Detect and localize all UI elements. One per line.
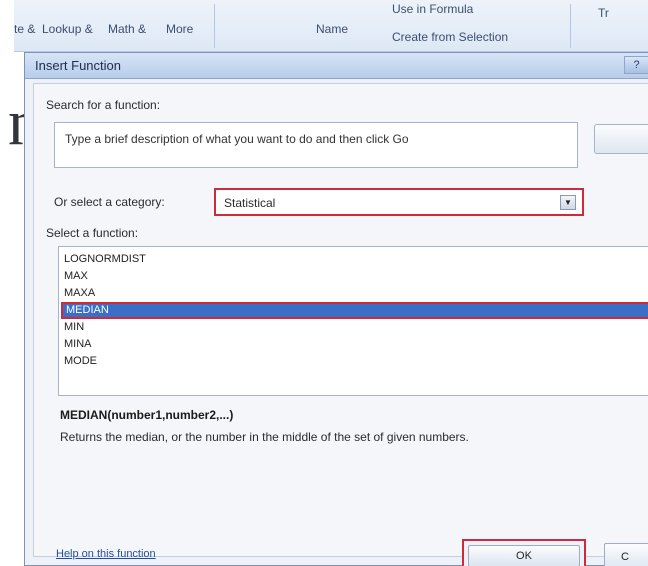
category-value: Statistical xyxy=(224,196,276,210)
help-icon[interactable]: ? xyxy=(624,56,648,74)
cancel-button[interactable]: C xyxy=(604,543,648,566)
function-description: Returns the median, or the number in the… xyxy=(60,430,469,444)
ribbon-separator xyxy=(214,4,215,48)
help-on-function-link[interactable]: Help on this function xyxy=(56,548,156,560)
ribbon-text-date[interactable]: te & xyxy=(14,22,35,36)
category-select[interactable]: Statistical ▼ xyxy=(214,188,584,216)
go-button[interactable] xyxy=(594,124,648,154)
ribbon-more-button[interactable]: More xyxy=(166,22,193,36)
function-item-min[interactable]: MIN xyxy=(59,319,648,336)
excel-ribbon: te & Lookup & Math & More Name Use in Fo… xyxy=(14,0,648,52)
dropdown-arrow-icon[interactable]: ▼ xyxy=(560,195,576,210)
function-item-mina[interactable]: MINA xyxy=(59,336,648,353)
function-signature: MEDIAN(number1,number2,...) xyxy=(60,408,234,422)
insert-function-dialog: Insert Function ? Search for a function:… xyxy=(24,52,648,566)
dialog-content: Search for a function: Type a brief desc… xyxy=(33,83,648,566)
function-list[interactable]: LOGNORMDIST MAX MAXA MEDIAN MIN MINA MOD… xyxy=(58,246,648,396)
ribbon-lookup-button[interactable]: Lookup & xyxy=(42,22,93,36)
dialog-title: Insert Function xyxy=(35,58,121,73)
ribbon-math-button[interactable]: Math & xyxy=(108,22,146,36)
ribbon-create-from-selection-button[interactable]: Create from Selection xyxy=(392,30,508,44)
search-label: Search for a function: xyxy=(46,98,161,112)
function-item-mode[interactable]: MODE xyxy=(59,353,648,370)
function-list-label: Select a function: xyxy=(46,226,139,240)
ok-button[interactable]: OK xyxy=(462,539,586,566)
search-input[interactable]: Type a brief description of what you wan… xyxy=(54,122,578,168)
ribbon-separator xyxy=(570,4,571,48)
ribbon-use-in-formula-button[interactable]: Use in Formula xyxy=(392,2,473,16)
ribbon-name-manager-button[interactable]: Name xyxy=(316,22,348,36)
function-item-lognormdist[interactable]: LOGNORMDIST xyxy=(59,251,648,268)
function-item-maxa[interactable]: MAXA xyxy=(59,285,648,302)
dialog-titlebar[interactable]: Insert Function ? xyxy=(25,53,648,79)
ribbon-trace-button[interactable]: Tr xyxy=(598,6,609,20)
function-item-median-selected[interactable]: MEDIAN xyxy=(61,302,648,319)
function-item-max[interactable]: MAX xyxy=(59,268,648,285)
ok-button-label: OK xyxy=(468,545,580,566)
category-label: Or select a category: xyxy=(54,195,165,209)
